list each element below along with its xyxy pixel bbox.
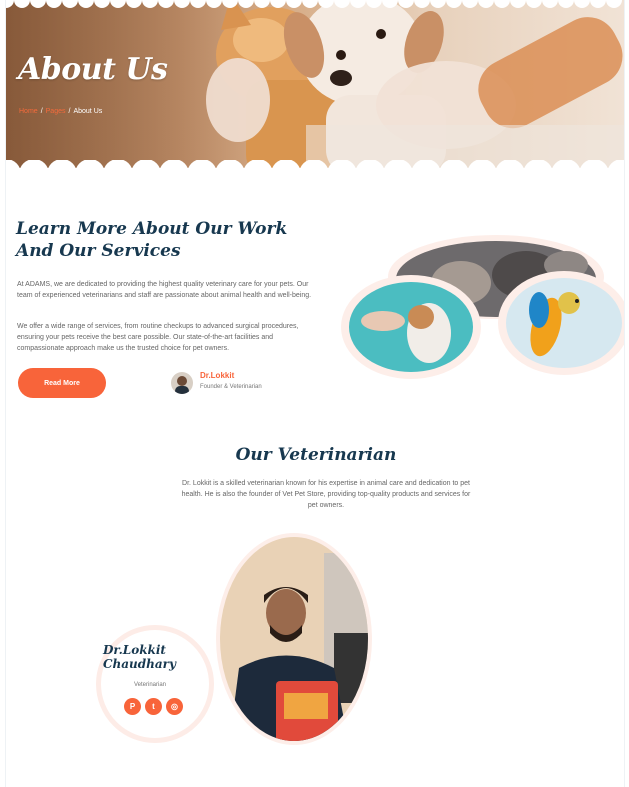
- read-more-button[interactable]: Read More: [18, 368, 106, 398]
- social-links: P t ◎: [124, 698, 183, 715]
- breadcrumb-pages[interactable]: Pages: [46, 108, 66, 115]
- instagram-icon[interactable]: ◎: [166, 698, 183, 715]
- hero-pets-image: [206, 0, 624, 175]
- twitter-icon[interactable]: t: [145, 698, 162, 715]
- scallop-top-edge: [6, 0, 622, 8]
- about-heading: Learn More About Our Work And Our Servic…: [16, 219, 288, 261]
- breadcrumb: Home / Pages / About Us: [19, 108, 102, 115]
- vet-photo: [216, 533, 372, 745]
- veterinarian-description: Dr. Lokkit is a skilled veterinarian kno…: [181, 480, 471, 509]
- author-role: Founder & Veterinarian: [200, 384, 262, 390]
- breadcrumb-home[interactable]: Home: [19, 108, 38, 115]
- page-title: About Us: [18, 52, 168, 87]
- about-image-collage: [341, 235, 624, 379]
- pinterest-icon[interactable]: P: [124, 698, 141, 715]
- about-paragraph-2: We offer a wide range of services, from …: [17, 323, 299, 352]
- author-name: Dr.Lokkit: [200, 371, 235, 380]
- vet-role: Veterinarian: [134, 682, 167, 688]
- scallop-bottom-edge: [6, 160, 624, 175]
- hero-banner: About Us Home / Pages / About Us: [6, 0, 624, 175]
- about-paragraph-1: At ADAMS, we are dedicated to providing …: [17, 281, 312, 299]
- author-avatar: [171, 372, 193, 394]
- vet-name: Dr.Lokkit Chaudhary: [103, 643, 176, 671]
- breadcrumb-separator: /: [68, 108, 71, 115]
- breadcrumb-current: About Us: [73, 108, 103, 115]
- veterinarian-heading: Our Veterinarian: [235, 445, 397, 465]
- page: About Us Home / Pages / About Us Learn M…: [5, 0, 625, 787]
- breadcrumb-separator: /: [40, 108, 43, 115]
